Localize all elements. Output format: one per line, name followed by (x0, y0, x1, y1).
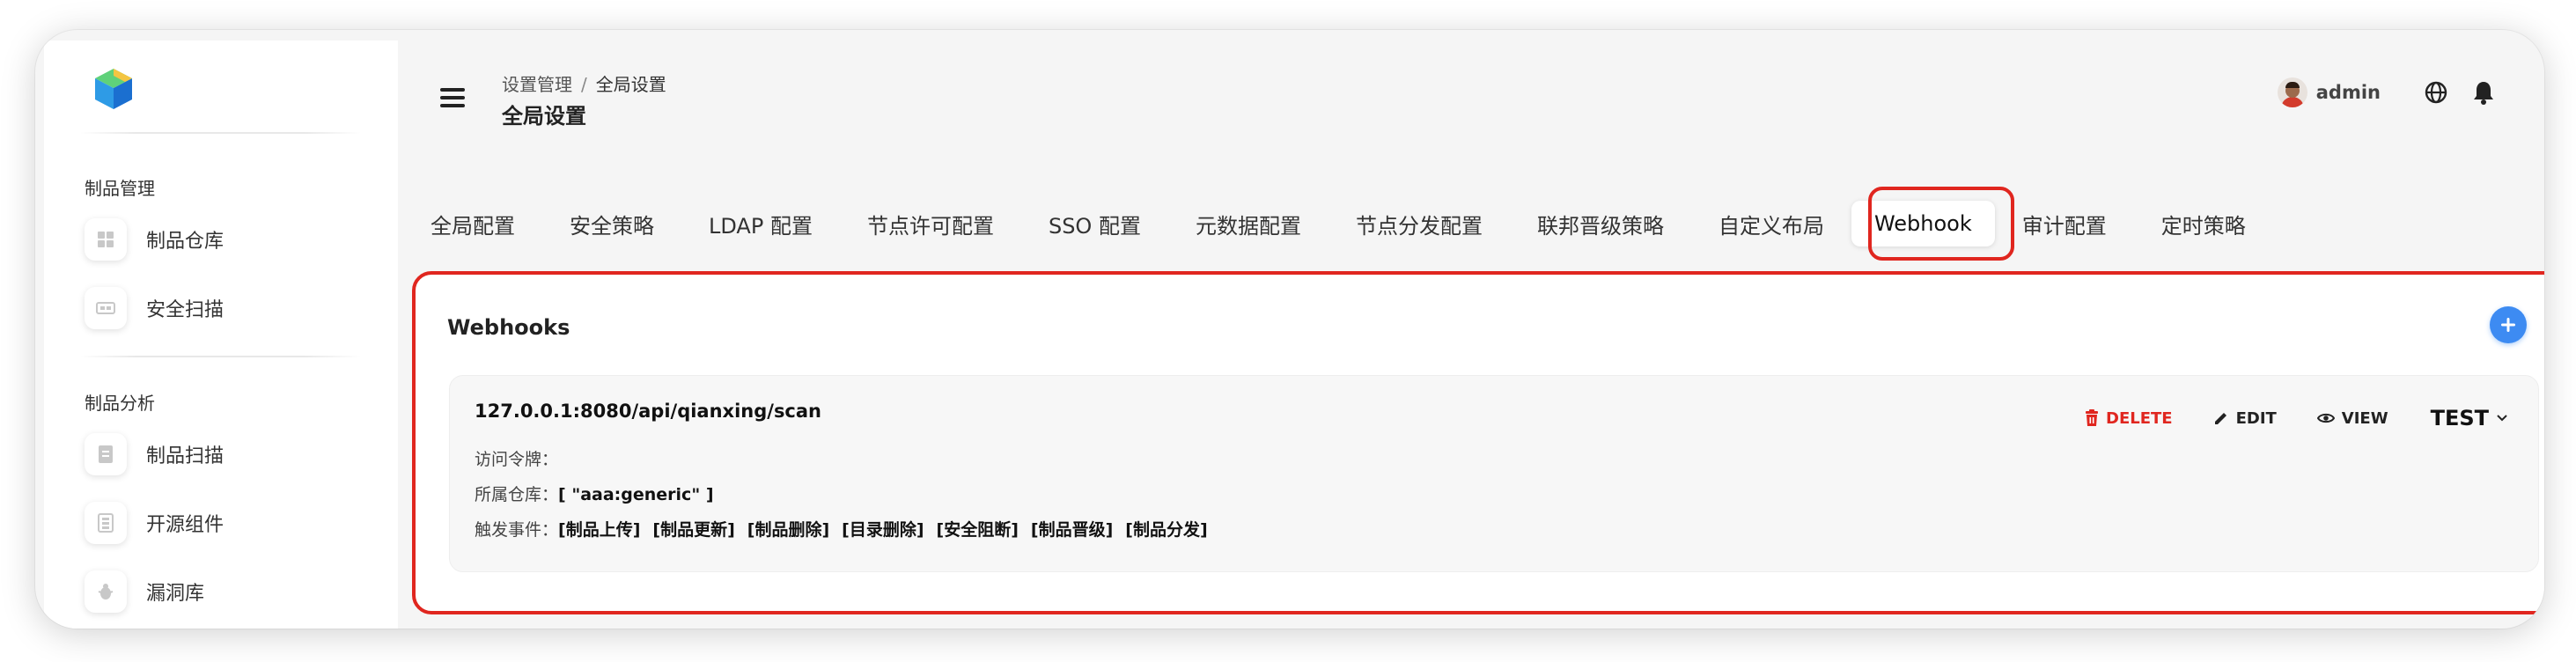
sidebar-item-label: 安全扫描 (146, 299, 224, 321)
sidebar-item-security-scan[interactable]: 安全扫描 (85, 287, 224, 329)
event-tag: [制品删除] (747, 520, 830, 540)
sidebar-divider (79, 132, 361, 134)
components-icon (85, 502, 127, 544)
event-tag: [制品晋级] (1030, 520, 1114, 540)
token-label: 访问令牌： (475, 450, 559, 469)
edit-button[interactable]: EDIT (2213, 409, 2277, 428)
tab-sso-config[interactable]: SSO 配置 (1021, 198, 1168, 250)
delete-label: DELETE (2106, 408, 2173, 428)
sidebar-item-repository[interactable]: 制品仓库 (85, 218, 224, 261)
test-label: TEST (2430, 406, 2489, 430)
webhook-events-row: 触发事件：[制品上传] [制品更新] [制品删除] [目录删除] [安全阻断] [制品晋级… (475, 517, 1220, 541)
tab-metadata-config[interactable]: 元数据配置 (1168, 198, 1328, 250)
sidebar-item-label: 开源组件 (146, 514, 224, 536)
sidebar-group-title: 制品管理 (85, 178, 155, 199)
tab-webhook[interactable]: Webhook (1851, 201, 1995, 246)
sidebar-item-label: 漏洞库 (146, 583, 205, 605)
document-scan-icon (85, 433, 127, 475)
breadcrumb-parent[interactable]: 设置管理 (502, 74, 572, 95)
grid-icon (85, 218, 127, 261)
repo-value: [ "aaa:generic" ] (558, 485, 714, 504)
header-actions: admin (2277, 77, 2497, 107)
settings-tabs: 全局配置 安全策略 LDAP 配置 节点许可配置 SSO 配置 元数据配置 节点… (403, 188, 2273, 259)
sidebar-item-vulnerability-db[interactable]: 漏洞库 (85, 570, 204, 613)
event-tag: [制品分发] (1125, 520, 1208, 540)
tab-custom-layout[interactable]: 自定义布局 (1691, 198, 1851, 250)
sidebar-item-open-source[interactable]: 开源组件 (85, 502, 224, 544)
tab-ldap-config[interactable]: LDAP 配置 (681, 198, 840, 250)
webhook-url: 127.0.0.1:8080/api/qianxing/scan (475, 401, 822, 422)
view-button[interactable]: VIEW (2316, 408, 2388, 428)
chevron-down-icon (2497, 415, 2507, 422)
tab-scheduled-policy[interactable]: 定时策略 (2134, 198, 2273, 250)
event-tag: [目录删除] (842, 520, 924, 540)
tab-security-policy[interactable]: 安全策略 (542, 198, 681, 250)
user-name[interactable]: admin (2316, 82, 2381, 103)
bug-icon (85, 570, 127, 613)
view-label: VIEW (2341, 408, 2388, 428)
event-tag: [制品上传] (558, 520, 641, 540)
tab-audit-config[interactable]: 审计配置 (1995, 198, 2134, 250)
tab-global-config[interactable]: 全局配置 (403, 198, 542, 250)
webhook-item: 127.0.0.1:8080/api/qianxing/scan 访问令牌： 所… (449, 375, 2539, 572)
breadcrumb: 设置管理 / 全局设置 (502, 70, 666, 96)
event-tag: [安全阻断] (936, 520, 1019, 540)
menu-toggle-icon[interactable] (440, 88, 465, 109)
breadcrumb-current: 全局设置 (595, 74, 666, 95)
sidebar-divider (79, 356, 361, 357)
edit-label: EDIT (2235, 408, 2277, 428)
webhook-actions: DELETE EDIT VIEW TEST (2044, 406, 2515, 430)
webhook-repo-row: 所属仓库：[ "aaa:generic" ] (475, 482, 714, 505)
tab-federation-promotion[interactable]: 联邦晋级策略 (1510, 198, 1691, 250)
bell-icon[interactable] (2470, 79, 2497, 106)
event-tag: [制品更新] (652, 520, 735, 540)
eye-icon (2316, 413, 2335, 423)
scan-icon (85, 287, 127, 329)
app-window: 制品管理 制品仓库 安全扫描 制品分析 制品扫描 开源组件 漏洞库 设置管理 /… (35, 30, 2544, 629)
trash-icon (2086, 409, 2098, 426)
avatar[interactable] (2277, 77, 2307, 107)
sidebar-item-label: 制品扫描 (146, 445, 224, 467)
events-label: 触发事件： (475, 520, 559, 540)
tab-node-license[interactable]: 节点许可配置 (840, 198, 1021, 250)
webhooks-title: Webhooks (447, 315, 570, 340)
test-dropdown[interactable]: TEST (2431, 406, 2515, 430)
sidebar: 制品管理 制品仓库 安全扫描 制品分析 制品扫描 开源组件 漏洞库 (44, 40, 398, 629)
sidebar-group-title: 制品分析 (85, 393, 155, 414)
plus-icon (2501, 318, 2515, 332)
webhook-token-row: 访问令牌： (475, 446, 558, 470)
sidebar-item-artifact-scan[interactable]: 制品扫描 (85, 433, 224, 475)
sidebar-item-label: 制品仓库 (146, 231, 224, 253)
globe-icon[interactable] (2423, 79, 2449, 106)
logo-icon (95, 69, 132, 109)
page-title: 全局设置 (502, 104, 586, 129)
repo-label: 所属仓库： (475, 485, 559, 504)
delete-button[interactable]: DELETE (2085, 409, 2173, 428)
breadcrumb-separator: / (581, 74, 587, 95)
pencil-icon (2214, 413, 2226, 424)
add-webhook-button[interactable] (2490, 306, 2527, 343)
tab-node-distribution[interactable]: 节点分发配置 (1328, 198, 1510, 250)
